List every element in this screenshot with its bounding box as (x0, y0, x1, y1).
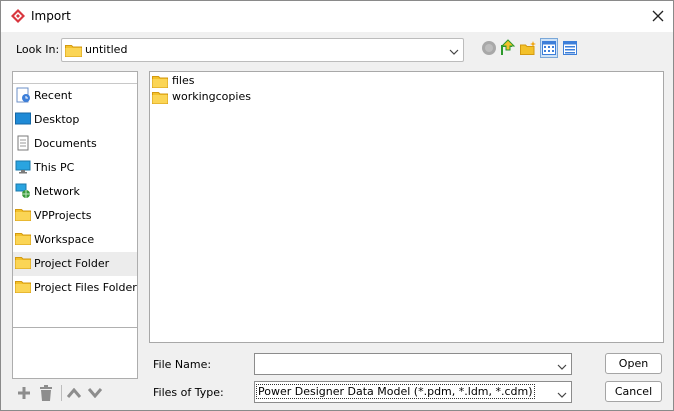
file-name-label: File Name: (153, 358, 212, 371)
app-logo-icon (10, 8, 26, 24)
folder-icon (15, 255, 31, 271)
trash-icon (40, 385, 52, 401)
remove-place-button[interactable] (38, 385, 54, 401)
cancel-button[interactable]: Cancel (605, 381, 662, 402)
place-project-folder[interactable]: Project Folder (13, 252, 137, 276)
place-workspace[interactable]: Workspace (13, 228, 137, 252)
files-of-type-value: Power Designer Data Model (*.pdm, *.ldm,… (256, 384, 535, 399)
chevron-down-icon (449, 45, 459, 58)
place-documents[interactable]: Documents (13, 132, 137, 156)
details-view-button[interactable] (561, 38, 579, 58)
chevron-down-icon (557, 388, 567, 401)
details-view-icon (563, 41, 577, 55)
import-dialog: Import Look In: untitled Recent Desktop … (0, 0, 674, 411)
list-view-button[interactable] (540, 38, 558, 58)
chevron-down-icon (88, 388, 102, 398)
folder-icon (152, 90, 168, 107)
file-name-input[interactable] (254, 353, 572, 375)
place-this-pc[interactable]: This PC (13, 156, 137, 180)
up-one-level-button[interactable] (499, 38, 517, 58)
place-label: Recent (34, 89, 73, 102)
close-icon (652, 10, 664, 22)
look-in-combo[interactable]: untitled (61, 38, 464, 62)
folder-icon (15, 207, 31, 223)
place-network[interactable]: Network (13, 180, 137, 204)
place-project-files-folder[interactable]: Project Files Folder (13, 276, 137, 300)
window-title: Import (31, 9, 71, 23)
files-of-type-select[interactable]: Power Designer Data Model (*.pdm, *.ldm,… (254, 381, 572, 403)
chevron-down-icon (557, 360, 567, 373)
place-label: Project Files Folder (34, 281, 137, 294)
place-desktop[interactable]: Desktop (13, 108, 137, 132)
network-icon (15, 183, 31, 199)
place-recent[interactable]: Recent (13, 84, 137, 108)
move-down-button[interactable] (87, 385, 103, 401)
place-label: Desktop (34, 113, 80, 126)
places-divider (13, 327, 137, 328)
place-label: This PC (34, 161, 75, 174)
places-header (13, 72, 137, 84)
title-bar: Import (1, 1, 673, 32)
toolbar-divider (61, 385, 62, 401)
documents-icon (15, 135, 31, 151)
open-button[interactable]: Open (605, 353, 662, 374)
new-folder-icon (519, 41, 536, 55)
look-in-label: Look In: (16, 43, 60, 56)
move-up-button[interactable] (66, 385, 82, 401)
folder-icon (65, 43, 82, 60)
up-folder-icon (500, 39, 516, 55)
chevron-up-icon (67, 388, 81, 398)
place-vpprojects[interactable]: VPProjects (13, 204, 137, 228)
folder-icon (15, 279, 31, 295)
desktop-icon (15, 111, 31, 127)
recent-icon (15, 87, 31, 103)
new-folder-button[interactable] (519, 38, 537, 58)
folder-icon (152, 74, 168, 91)
place-label: Project Folder (34, 257, 110, 270)
list-view-icon (542, 41, 556, 55)
place-label: VPProjects (34, 209, 92, 222)
files-of-type-label: Files of Type: (153, 386, 224, 399)
close-button[interactable] (647, 6, 669, 26)
add-place-button[interactable] (16, 385, 32, 401)
folder-icon (15, 231, 31, 247)
back-icon (482, 41, 496, 55)
places-sidebar: Recent Desktop Documents This PC Network (12, 71, 138, 379)
place-label: Workspace (34, 233, 95, 246)
place-label: Network (34, 185, 80, 198)
computer-icon (15, 159, 31, 175)
look-in-value: untitled (85, 43, 128, 56)
file-name: files (172, 74, 195, 87)
back-button[interactable] (480, 38, 498, 58)
plus-icon (18, 387, 30, 399)
file-list: files workingcopies (149, 71, 664, 343)
file-name: workingcopies (172, 90, 251, 103)
place-label: Documents (34, 137, 97, 150)
